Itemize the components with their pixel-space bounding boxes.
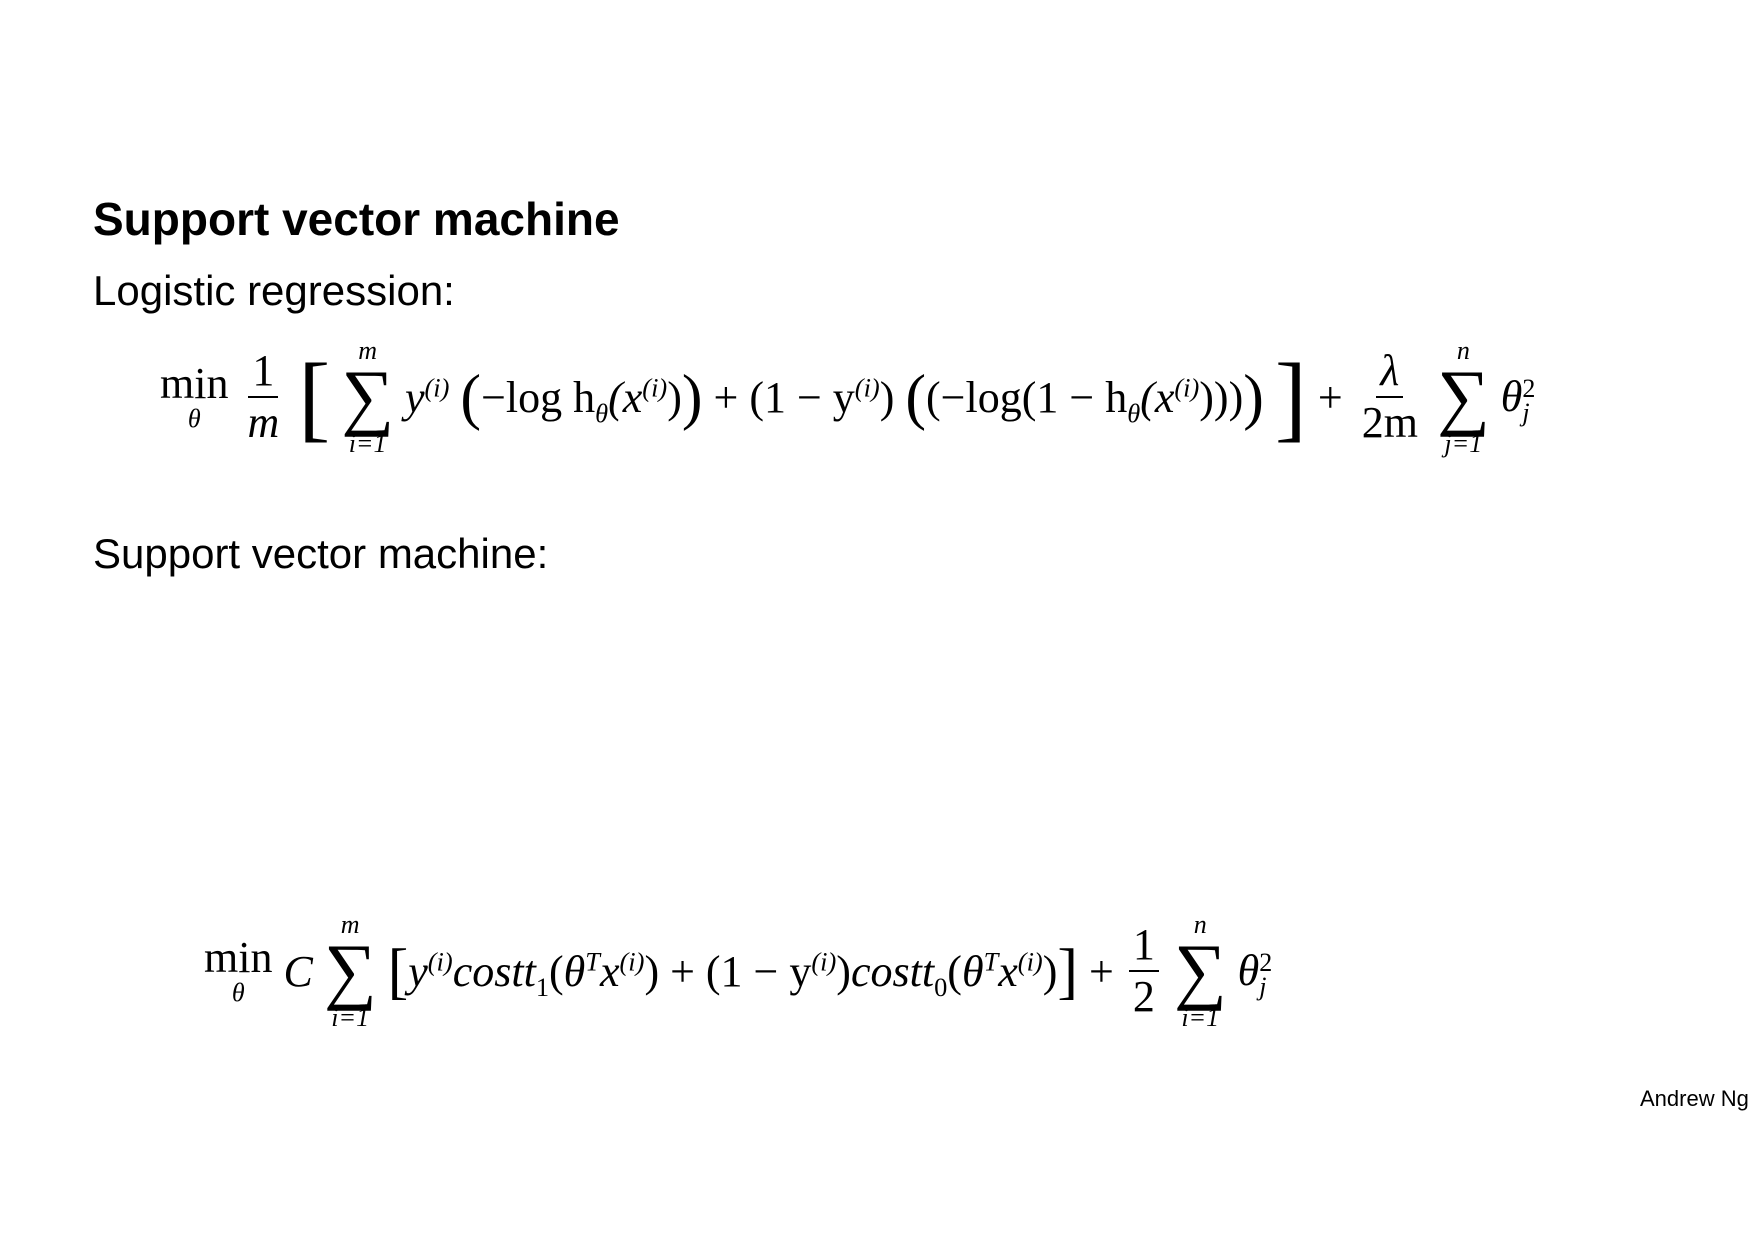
slide-title: Support vector machine: [93, 193, 620, 245]
logistic-regression-equation: min θ 1 m [ m ∑ i=1 y(i) (−log hθ(x(i)))…: [160, 336, 1536, 458]
left-bracket: [: [298, 343, 331, 451]
theta-squared: θ2j: [1500, 371, 1536, 427]
summation-i: m ∑ i=1: [341, 336, 394, 458]
one-over-m-fraction: 1 m: [247, 346, 280, 448]
y-term: y(i): [404, 372, 450, 422]
svm-heading: Support vector machine:: [93, 530, 549, 577]
right-bracket: ]: [1057, 937, 1079, 1006]
neg-log-one-minus-h-term: (−log(1 − hθ(x(i)))): [926, 372, 1244, 428]
neg-log-h-term: −log hθ(x(i)): [481, 372, 682, 428]
logistic-regression-heading: Logistic regression:: [93, 267, 455, 314]
left-bracket: [: [387, 937, 409, 1006]
theta-squared: θ2j: [1237, 945, 1273, 1001]
footer-author: Andrew Ng: [1640, 1086, 1749, 1111]
c-constant: C: [283, 946, 313, 996]
one-half-fraction: 1 2: [1128, 921, 1159, 1020]
lambda-over-2m-fraction: λ 2m: [1361, 346, 1418, 448]
min-operator: min θ: [160, 359, 229, 434]
cost1-term: y(i)costt1(θTx(i)): [408, 946, 660, 1002]
summation-i: m ∑ i=1: [323, 910, 377, 1032]
min-operator: min θ: [204, 933, 273, 1008]
right-bracket: ]: [1274, 343, 1307, 451]
one-minus-y-term: + (1 − y(i)): [713, 372, 895, 422]
svm-equation: min θ C m ∑ i=1 [y(i)costt1(θTx(i)) + (1…: [204, 910, 1273, 1032]
cost0-term: + (1 − y(i))costt0(θTx(i)): [670, 946, 1058, 1002]
summation-i-regularization: n ∑ i=1: [1173, 910, 1227, 1032]
summation-j: n ∑ j=1: [1436, 336, 1490, 458]
